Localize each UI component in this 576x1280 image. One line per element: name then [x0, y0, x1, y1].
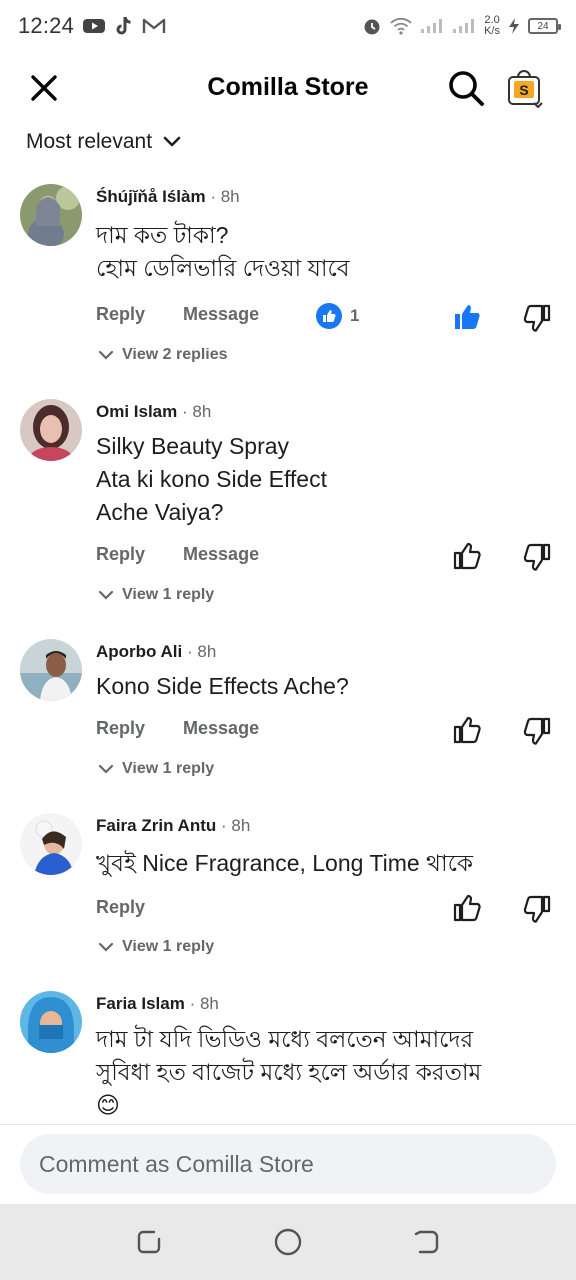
- commenter-name[interactable]: Omi Islam · 8h: [96, 402, 211, 422]
- close-icon: [31, 75, 57, 101]
- avatar[interactable]: [20, 813, 82, 875]
- view-replies-link[interactable]: View 1 reply: [98, 762, 214, 776]
- thumbs-down-icon: [523, 717, 551, 745]
- thumbs-down-icon: [523, 543, 551, 571]
- gmail-icon: [142, 18, 166, 33]
- reply-button[interactable]: Reply: [96, 897, 145, 918]
- commenter-name[interactable]: Aporbo Ali · 8h: [96, 642, 216, 662]
- comment-actions: Reply Message: [96, 304, 259, 325]
- battery-indicator: 24: [528, 18, 561, 34]
- comment-time: · 8h: [189, 994, 219, 1013]
- comment-text: Kono Side Effects Ache?: [96, 673, 349, 699]
- thumbs-up-icon: [453, 716, 481, 744]
- view-replies-link[interactable]: View 1 reply: [98, 588, 214, 602]
- recent-apps-icon: [137, 1230, 161, 1254]
- comment-text: খুবই Nice Fragrance, Long Time থাকে: [96, 850, 473, 876]
- like-button[interactable]: [452, 302, 482, 332]
- avatar[interactable]: [20, 184, 82, 246]
- reply-button[interactable]: Reply: [96, 718, 145, 739]
- back-button[interactable]: [412, 1227, 442, 1257]
- notification-icons: [82, 15, 166, 37]
- search-button[interactable]: [446, 68, 486, 108]
- clock: 12:24: [18, 13, 75, 38]
- youtube-icon: [83, 19, 106, 33]
- message-button[interactable]: Message: [183, 304, 259, 325]
- thumbs-down-icon: [523, 895, 551, 923]
- close-button[interactable]: [26, 70, 62, 106]
- shop-button[interactable]: S: [504, 66, 546, 110]
- comment-time: · 8h: [221, 816, 251, 835]
- comments-list: Śhújĭňå Iślàm · 8h দাম কত টাকা? হোম ডেলি…: [0, 170, 576, 1125]
- comment-time: · 8h: [186, 642, 217, 661]
- view-replies-link[interactable]: View 2 replies: [98, 348, 228, 362]
- comment-text: দাম টা যদি ভিডিও মধ্যে বলতেন আমাদের সুবি…: [96, 1026, 482, 1118]
- dislike-button[interactable]: [522, 302, 552, 332]
- signal-icon-2: [453, 19, 475, 33]
- status-bar: 12:24 2.0 K/s 24: [0, 0, 576, 52]
- chevron-down-icon: [98, 590, 114, 600]
- reaction-count[interactable]: 1: [316, 303, 359, 329]
- thumbs-down-icon: [523, 304, 551, 332]
- shopping-bag-icon: S: [508, 70, 543, 109]
- avatar[interactable]: [20, 639, 82, 701]
- chevron-down-icon: [163, 136, 181, 147]
- comment-actions: Reply: [96, 897, 145, 918]
- home-circle-icon: [274, 1228, 302, 1256]
- thumbs-up-icon: [453, 542, 481, 570]
- dislike-button[interactable]: [522, 715, 552, 745]
- system-navigation-bar: [0, 1204, 576, 1280]
- tiktok-icon: [116, 16, 131, 35]
- svg-text:S: S: [519, 82, 528, 98]
- network-speed: 2.0 K/s: [484, 14, 500, 37]
- dislike-button[interactable]: [522, 541, 552, 571]
- comment-time: · 8h: [210, 187, 240, 206]
- back-icon: [414, 1230, 439, 1254]
- top-app-bar: Comilla Store S: [0, 52, 576, 124]
- page-title: Comilla Store: [207, 73, 369, 101]
- commenter-name[interactable]: Faria Islam · 8h: [96, 994, 219, 1014]
- view-replies-link[interactable]: View 1 reply: [98, 940, 214, 954]
- wifi-icon: [390, 17, 412, 35]
- avatar[interactable]: [20, 399, 82, 461]
- comment-text: Silky Beauty Spray Ata ki kono Side Effe…: [96, 433, 327, 525]
- chevron-down-icon: [98, 764, 114, 774]
- avatar[interactable]: [20, 991, 82, 1053]
- reply-button[interactable]: Reply: [96, 544, 145, 565]
- search-icon: [449, 71, 484, 106]
- system-icons: 2.0 K/s 24: [362, 14, 561, 37]
- chevron-down-icon: [98, 942, 114, 952]
- charging-icon: [509, 18, 519, 34]
- comment-actions: Reply Message: [96, 718, 259, 739]
- sort-label: Most relevant: [26, 130, 153, 153]
- home-button[interactable]: [273, 1227, 303, 1257]
- message-button[interactable]: Message: [183, 718, 259, 739]
- like-button[interactable]: [452, 893, 482, 923]
- comment-sort-dropdown[interactable]: Most relevant: [26, 130, 182, 154]
- comment-input[interactable]: Comment as Comilla Store: [20, 1134, 556, 1194]
- comment-composer-bar: Comment as Comilla Store: [0, 1124, 576, 1204]
- like-reaction-icon: [316, 303, 342, 329]
- thumbs-up-icon: [453, 894, 481, 922]
- comment-text: দাম কত টাকা? হোম ডেলিভারি দেওয়া যাবে: [96, 222, 350, 281]
- signal-icon: [421, 19, 443, 33]
- recent-apps-button[interactable]: [134, 1227, 164, 1257]
- chevron-down-icon: [98, 350, 114, 360]
- comment-actions: Reply Message: [96, 544, 259, 565]
- like-button[interactable]: [452, 715, 482, 745]
- message-button[interactable]: Message: [183, 544, 259, 565]
- like-button[interactable]: [452, 541, 482, 571]
- commenter-name[interactable]: Faira Zrin Antu · 8h: [96, 816, 250, 836]
- commenter-name[interactable]: Śhújĭňå Iślàm · 8h: [96, 187, 240, 207]
- alarm-icon: [364, 19, 380, 35]
- thumbs-up-filled-icon: [455, 305, 480, 329]
- reply-button[interactable]: Reply: [96, 304, 145, 325]
- dislike-button[interactable]: [522, 893, 552, 923]
- comment-time: · 8h: [182, 402, 212, 421]
